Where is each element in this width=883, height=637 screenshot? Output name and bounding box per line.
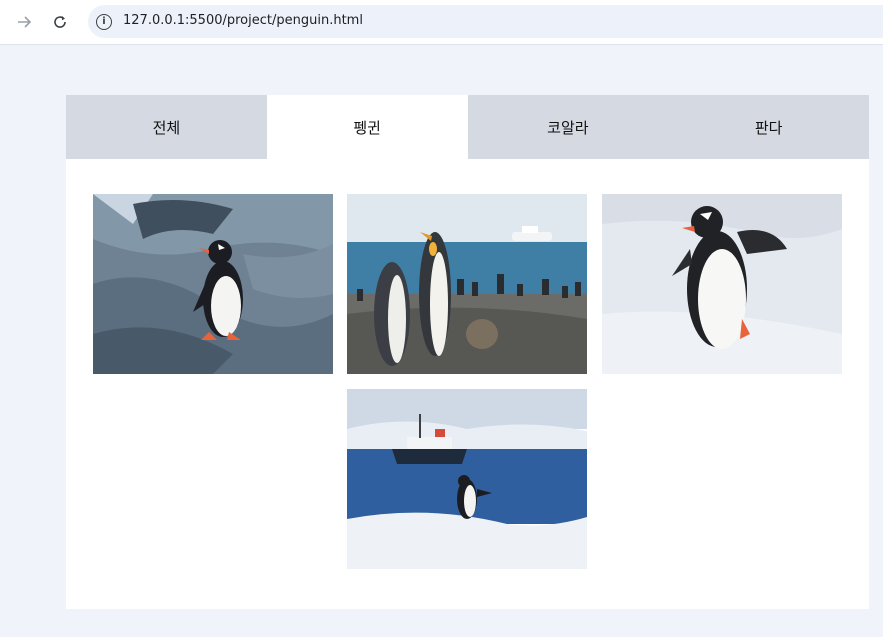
browser-toolbar: i 127.0.0.1:5500/project/penguin.html <box>0 0 883 45</box>
penguin-walking-snow-photo[interactable] <box>602 194 842 374</box>
back-arrow-icon[interactable] <box>12 10 36 34</box>
reload-icon[interactable] <box>48 10 72 34</box>
tab-all[interactable]: 전체 <box>66 95 267 159</box>
site-info-icon[interactable]: i <box>96 14 112 30</box>
url-text: 127.0.0.1:5500/project/penguin.html <box>123 13 363 28</box>
category-tabs: 전체 펭귄 코알라 판다 <box>66 95 869 159</box>
tab-penguin[interactable]: 펭귄 <box>266 95 468 159</box>
penguin-ship-sea-photo[interactable] <box>347 389 587 569</box>
address-bar[interactable]: i 127.0.0.1:5500/project/penguin.html <box>88 5 883 38</box>
king-penguins-beach-photo[interactable] <box>347 194 587 374</box>
tab-panda[interactable]: 판다 <box>668 95 869 159</box>
tab-koala[interactable]: 코알라 <box>467 95 669 159</box>
gallery-panel: 전체 펭귄 코알라 판다 <box>66 95 869 609</box>
penguin-on-rock-photo[interactable] <box>93 194 333 374</box>
